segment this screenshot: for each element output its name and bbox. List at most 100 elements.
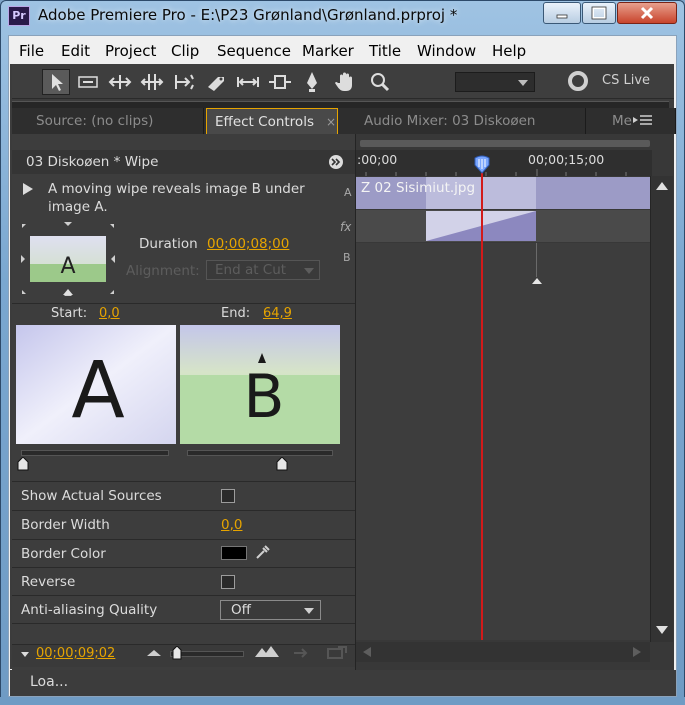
menu-edit[interactable]: Edit — [61, 42, 90, 60]
hand-tool-button[interactable] — [332, 69, 360, 95]
arrow-pointer-icon — [52, 74, 63, 91]
ruler-label-start: :00;00 — [357, 152, 398, 167]
eyedropper-icon[interactable] — [254, 543, 270, 561]
close-icon — [640, 6, 654, 20]
tab-close-icon[interactable]: × — [326, 109, 336, 134]
clip-header: 03 Diskoøen * Wipe — [12, 150, 355, 174]
start-value[interactable]: 0,0 — [99, 306, 120, 321]
menu-help[interactable]: Help — [492, 42, 526, 60]
menu-project[interactable]: Project — [105, 42, 156, 60]
maximize-button[interactable] — [582, 2, 616, 24]
tab-effect-controls[interactable]: Effect Controls × — [206, 108, 338, 134]
selection-tool-button[interactable] — [42, 69, 70, 95]
cut-marker-icon — [532, 278, 542, 284]
timeline-zoom-bar[interactable] — [360, 140, 650, 147]
alignment-label: Alignment: — [126, 263, 200, 279]
razor-tool-button[interactable] — [202, 69, 230, 95]
separator — [12, 510, 355, 511]
menu-window[interactable]: Window — [417, 42, 476, 60]
status-bar — [10, 670, 676, 696]
scroll-left-icon[interactable] — [362, 646, 372, 658]
slip-icon — [237, 77, 259, 87]
play-transition-icon[interactable] — [21, 182, 35, 196]
tab-audio-mixer[interactable]: Audio Mixer: 03 Diskoøen — [340, 108, 586, 134]
start-slider-track[interactable] — [21, 450, 169, 456]
menu-sequence[interactable]: Sequence — [217, 42, 291, 60]
menu-marker[interactable]: Marker — [302, 42, 354, 60]
menu-file[interactable]: File — [19, 42, 44, 60]
fx-track-letter: fx — [340, 220, 352, 234]
cs-live-label[interactable]: CS Live — [602, 73, 650, 88]
rate-stretch-tool-button[interactable] — [170, 69, 198, 95]
zoom-tool-button[interactable] — [366, 69, 394, 95]
end-slider-track[interactable] — [187, 450, 333, 456]
status-text: Loa... — [30, 674, 69, 690]
show-hide-timeline-icon[interactable] — [328, 154, 344, 170]
border-color-swatch[interactable] — [221, 546, 247, 560]
preview-letter-a: A — [71, 346, 124, 436]
start-preview-a: A — [16, 325, 176, 444]
tab-effect-controls-label: Effect Controls — [215, 114, 314, 130]
start-slider-handle[interactable] — [17, 457, 29, 471]
transition-description-line-1: A moving wipe reveals image B under — [48, 181, 305, 197]
horizontal-scrollbar[interactable] — [356, 642, 650, 662]
ruler-label-15s: 00;00;15;00 — [528, 152, 605, 167]
tab-metadata[interactable]: Me — [588, 108, 676, 134]
end-slider-handle[interactable] — [276, 457, 288, 471]
rolling-edit-tool-button[interactable] — [138, 69, 166, 95]
separator — [12, 567, 355, 568]
ripple-edit-icon — [108, 75, 132, 89]
rate-stretch-icon — [175, 74, 194, 90]
menu-title[interactable]: Title — [369, 42, 401, 60]
vertical-scrollbar[interactable] — [650, 176, 673, 642]
cs-live-ring-icon — [568, 71, 588, 91]
scroll-right-icon[interactable] — [632, 646, 642, 658]
track-b-letter: B — [343, 251, 351, 264]
chevron-down-icon — [518, 80, 528, 86]
current-time[interactable]: 00;00;09;02 — [36, 646, 115, 661]
border-width-value[interactable]: 0,0 — [221, 517, 242, 533]
edge-selector-bottom-icon[interactable] — [62, 288, 74, 296]
zoom-in-mountain-icon[interactable] — [254, 645, 280, 659]
transition-description-line-2: image A. — [48, 199, 108, 215]
reverse-checkbox[interactable] — [221, 575, 235, 589]
separator — [12, 623, 355, 624]
panel-divider[interactable] — [12, 101, 669, 108]
separator — [12, 481, 355, 482]
window-frame-bottom — [0, 697, 685, 705]
track-select-tool-button[interactable] — [74, 69, 102, 95]
close-button[interactable] — [617, 2, 677, 24]
tab-source[interactable]: Source: (no clips) — [12, 108, 204, 134]
workspace-dropdown[interactable] — [455, 72, 535, 92]
scroll-up-icon[interactable] — [655, 180, 669, 192]
cs-live-button[interactable] — [566, 69, 590, 93]
end-label: End: — [221, 306, 251, 321]
separator — [12, 303, 355, 304]
alignment-dropdown[interactable]: End at Cut — [206, 260, 320, 280]
duration-label: Duration — [139, 236, 198, 252]
playhead-handle-icon[interactable] — [474, 155, 490, 175]
transition-preview-thumbnail: A — [30, 236, 106, 282]
zoom-out-mountain-icon[interactable] — [146, 648, 162, 658]
anti-aliasing-dropdown[interactable]: Off — [220, 600, 321, 620]
param-label: Show Actual Sources — [21, 488, 162, 504]
ripple-edit-tool-button[interactable] — [106, 69, 134, 95]
pen-tool-button[interactable] — [298, 69, 326, 95]
clip-header-title: 03 Diskoøen * Wipe — [26, 154, 159, 170]
slide-tool-button[interactable] — [266, 69, 294, 95]
minimize-button[interactable] — [543, 2, 581, 24]
ripple-delete-icon[interactable] — [292, 646, 312, 660]
duration-value[interactable]: 00;00;08;00 — [207, 236, 289, 252]
maximize-icon — [591, 6, 607, 20]
playhead-line[interactable] — [481, 158, 483, 640]
menu-clip[interactable]: Clip — [171, 42, 199, 60]
show-actual-sources-checkbox[interactable] — [221, 489, 235, 503]
zoom-slider-handle[interactable] — [172, 646, 182, 660]
export-icon[interactable] — [326, 645, 348, 659]
end-value[interactable]: 64,9 — [263, 306, 292, 321]
scroll-down-icon[interactable] — [655, 624, 669, 636]
timeline-empty-area — [356, 243, 650, 640]
panel-menu-icon[interactable] — [633, 114, 653, 128]
timeline-ruler[interactable]: :00;00 00;00;15;00 — [356, 150, 652, 176]
slip-tool-button[interactable] — [234, 69, 262, 95]
